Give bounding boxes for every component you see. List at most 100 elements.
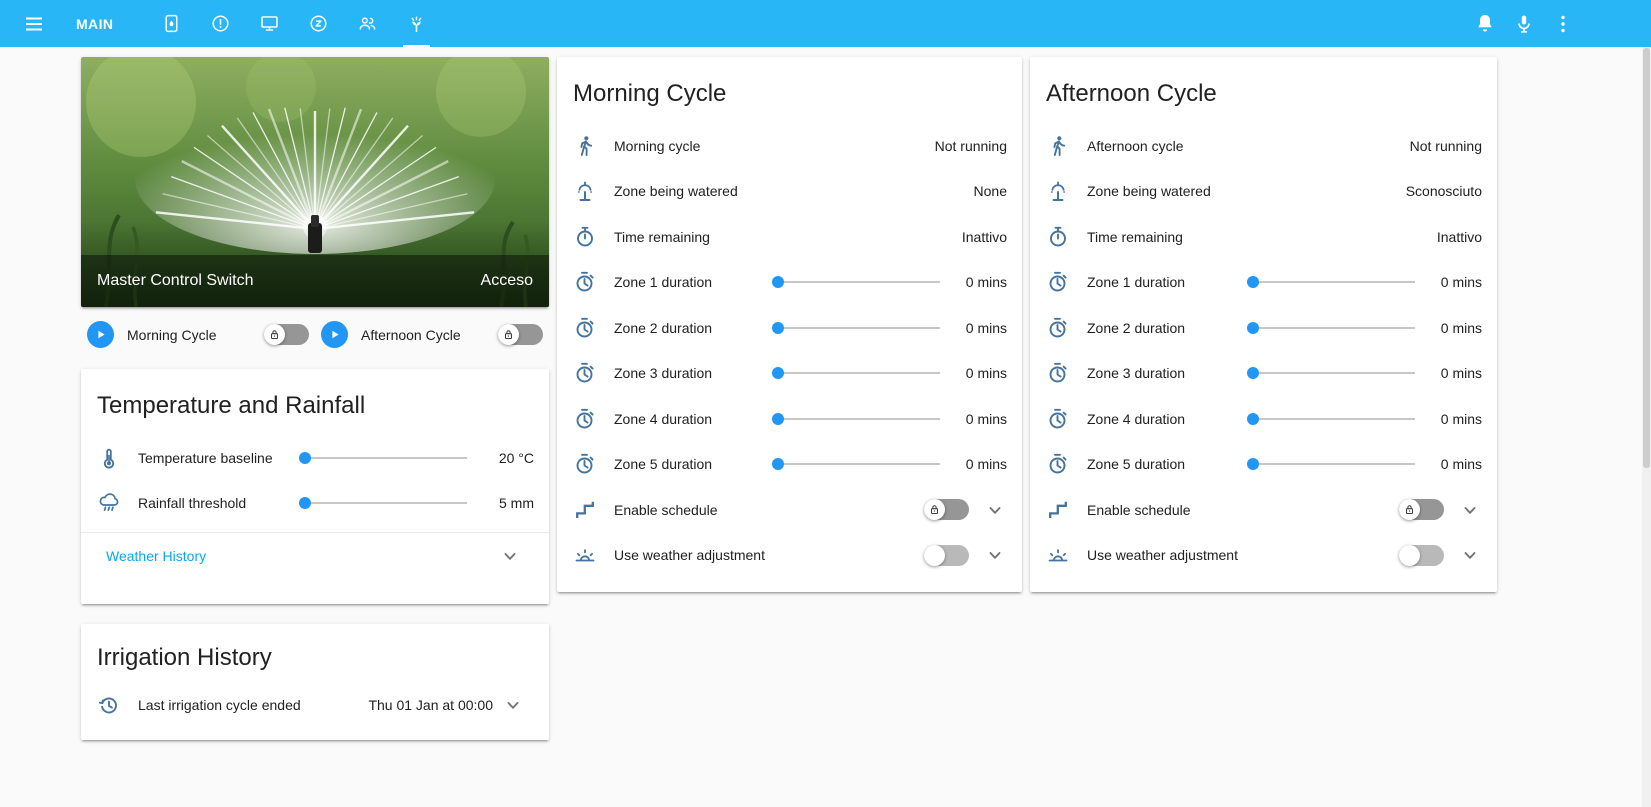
- lock-icon: [502, 328, 515, 341]
- row-value: Not running: [1409, 137, 1482, 154]
- row-value: 0 mins: [1440, 319, 1482, 336]
- rainfall-threshold-slider[interactable]: [299, 492, 467, 514]
- row-value: 0 mins: [1440, 456, 1482, 473]
- play-afternoon-button[interactable]: [321, 321, 348, 348]
- stopwatch-icon: [1046, 270, 1070, 294]
- thermometer-icon: [97, 446, 121, 470]
- zone-5-duration-slider[interactable]: [772, 453, 940, 475]
- zone-3-duration-slider[interactable]: [1247, 362, 1415, 384]
- irrigation-history-card: Irrigation History Last irrigation cycle…: [81, 624, 549, 740]
- zone-being-watered-row: Zone being watered Sconosciuto: [1030, 169, 1497, 215]
- row-label: Zone 2 duration: [1087, 319, 1186, 336]
- afternoon-cycle-lock-toggle[interactable]: [498, 324, 543, 345]
- dots-vertical-icon: [1551, 12, 1575, 36]
- zone-2-duration-slider[interactable]: [1247, 317, 1415, 339]
- row-value: Sconosciuto: [1405, 183, 1482, 200]
- slider-knob: [299, 497, 311, 510]
- last-irrigation-row: Last irrigation cycle ended Thu 01 Jan a…: [81, 682, 549, 728]
- row-value: Inattivo: [1436, 228, 1482, 245]
- dashboard: Master Control Switch Acceso Morning Cyc…: [0, 47, 1651, 740]
- zone-1-duration-slider[interactable]: [772, 271, 940, 293]
- zone-4-duration-slider[interactable]: [772, 408, 940, 430]
- slider-knob: [1247, 321, 1259, 334]
- slider-knob: [299, 451, 311, 464]
- chevron-down-icon[interactable]: [983, 498, 1007, 522]
- zone-1-duration-row: Zone 1 duration 0 mins: [557, 260, 1022, 306]
- slider-knob: [772, 412, 784, 425]
- row-value: Not running: [934, 137, 1007, 154]
- row-value: 0 mins: [1440, 365, 1482, 382]
- chevron-down-icon[interactable]: [501, 693, 525, 717]
- zone-4-duration-slider[interactable]: [1247, 408, 1415, 430]
- chevron-down-icon[interactable]: [1458, 543, 1482, 567]
- slider-knob: [772, 458, 784, 471]
- chevron-down-icon[interactable]: [498, 544, 522, 568]
- slider-track: [299, 502, 467, 505]
- scrollbar-thumb[interactable]: [1643, 48, 1650, 468]
- lock-icon: [268, 328, 281, 341]
- stopwatch-icon: [573, 361, 597, 385]
- row-label: Rainfall threshold: [138, 495, 247, 512]
- use-weather-adjustment-toggle[interactable]: [924, 544, 969, 566]
- card-title: Afternoon Cycle: [1046, 80, 1217, 107]
- zone-2-duration-slider[interactable]: [772, 317, 940, 339]
- scrollbar[interactable]: [1642, 47, 1651, 807]
- use-weather-adjustment-row: Use weather adjustment: [1030, 533, 1497, 579]
- zone-5-duration-slider[interactable]: [1247, 453, 1415, 475]
- slider-track: [299, 456, 467, 459]
- row-label: Time remaining: [614, 228, 710, 245]
- lock-icon: [928, 503, 941, 516]
- tab-alerts[interactable]: [196, 0, 245, 47]
- walk-icon: [1046, 134, 1070, 158]
- enable-schedule-lock-toggle[interactable]: [924, 499, 969, 521]
- use-weather-adjustment-row: Use weather adjustment: [557, 533, 1022, 579]
- tab-presence[interactable]: [343, 0, 392, 47]
- row-value: 0 mins: [965, 456, 1007, 473]
- row-label: Zone 1 duration: [614, 274, 713, 291]
- stopwatch-icon: [1046, 316, 1070, 340]
- weather-history-link[interactable]: Weather History: [106, 548, 498, 564]
- tab-water-device[interactable]: [147, 0, 196, 47]
- walk-icon: [573, 134, 597, 158]
- voice-button[interactable]: [1512, 12, 1536, 36]
- row-value: 0 mins: [965, 274, 1007, 291]
- slider-track: [772, 281, 940, 284]
- cycle-status-row: Morning cycle Not running: [557, 123, 1022, 169]
- zone-3-duration-slider[interactable]: [772, 362, 940, 384]
- notifications-button[interactable]: [1473, 12, 1497, 36]
- tab-media[interactable]: [245, 0, 294, 47]
- stopwatch-icon: [1046, 407, 1070, 431]
- play-morning-button[interactable]: [87, 321, 114, 348]
- row-label: Afternoon cycle: [1087, 137, 1184, 154]
- temperature-baseline-slider[interactable]: [299, 447, 467, 469]
- time-remaining-row: Time remaining Inattivo: [557, 214, 1022, 260]
- morning-cycle-control: Morning Cycle: [81, 321, 315, 348]
- image-overlay: Master Control Switch Acceso: [81, 255, 549, 307]
- enable-schedule-lock-toggle[interactable]: [1399, 499, 1444, 521]
- zone-4-duration-row: Zone 4 duration 0 mins: [557, 396, 1022, 442]
- tab-irrigation[interactable]: [392, 0, 441, 47]
- row-value: 0 mins: [965, 319, 1007, 336]
- row-label: Zone 3 duration: [1087, 365, 1186, 382]
- tab-sleep[interactable]: [294, 0, 343, 47]
- use-weather-adjustment-toggle[interactable]: [1399, 544, 1444, 566]
- slider-knob: [772, 367, 784, 380]
- chevron-down-icon[interactable]: [983, 543, 1007, 567]
- right-column: Afternoon Cycle Afternoon cycle Not runn…: [1030, 57, 1497, 592]
- toggle-knob: [1399, 544, 1420, 566]
- slider-track: [772, 463, 940, 466]
- cycle-buttons-row: Morning Cycle Afternoon Cycle: [81, 307, 549, 362]
- overflow-menu-button[interactable]: [1551, 12, 1575, 36]
- master-control-card[interactable]: Master Control Switch Acceso: [81, 57, 549, 307]
- timer-icon: [573, 225, 597, 249]
- morning-cycle-lock-toggle[interactable]: [264, 324, 309, 345]
- temperature-baseline-value: 20 °C: [498, 449, 534, 466]
- microphone-icon: [1512, 12, 1536, 36]
- lock-icon: [1403, 503, 1416, 516]
- weather-pouring-icon: [97, 491, 121, 515]
- stopwatch-icon: [573, 270, 597, 294]
- chevron-down-icon[interactable]: [1458, 498, 1482, 522]
- zone-being-watered-row: Zone being watered None: [557, 169, 1022, 215]
- menu-button[interactable]: [22, 12, 46, 36]
- zone-1-duration-slider[interactable]: [1247, 271, 1415, 293]
